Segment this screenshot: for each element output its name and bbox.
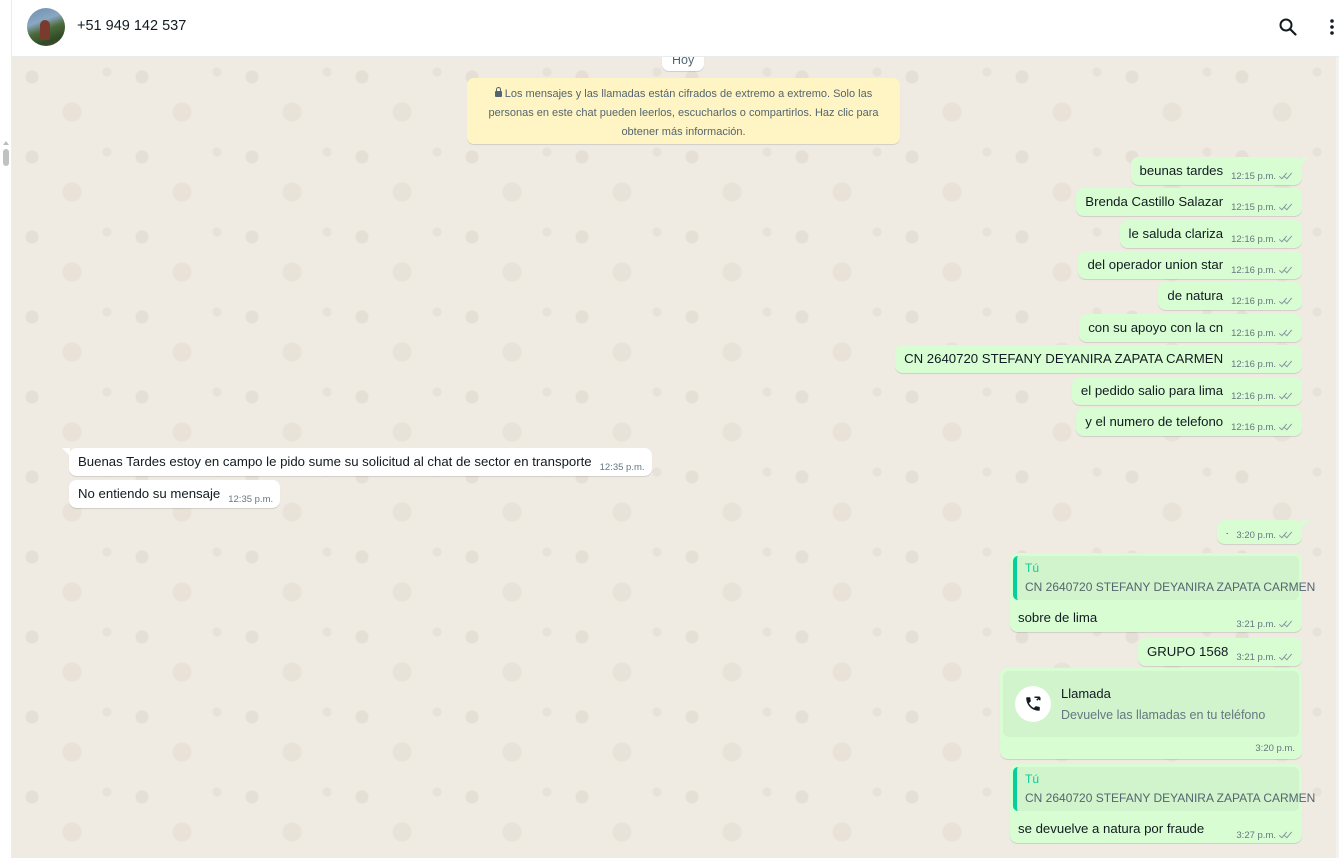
read-ticks-icon	[1278, 170, 1295, 182]
read-ticks-icon	[1278, 201, 1295, 213]
message-time: 12:16 p.m.	[1231, 296, 1276, 307]
message-outgoing[interactable]: beunas tardes 12:15 p.m.	[1130, 157, 1310, 185]
message-text: y el numero de telefono	[1085, 414, 1224, 429]
message-outgoing[interactable]: GRUPO 1568 3:21 p.m.	[1138, 638, 1302, 666]
message-text: .	[1225, 526, 1229, 536]
message-time: 12:15 p.m.	[1231, 171, 1276, 182]
message-time: 12:16 p.m.	[1231, 265, 1276, 276]
message-text: No entiendo su mensaje	[78, 486, 221, 501]
call-title: Llamada	[1061, 686, 1111, 701]
read-ticks-icon	[1278, 529, 1295, 541]
message-time: 3:21 p.m.	[1236, 652, 1276, 663]
menu-icon[interactable]	[1319, 14, 1339, 40]
message-outgoing[interactable]: . 3:20 p.m.	[1216, 520, 1310, 544]
message-text: le saluda clariza	[1128, 226, 1224, 241]
message-time: 12:16 p.m.	[1231, 234, 1276, 245]
read-ticks-icon	[1278, 327, 1295, 339]
read-ticks-icon	[1278, 264, 1295, 276]
contact-avatar[interactable]	[27, 8, 65, 46]
message-outgoing[interactable]: con su apoyo con la cn 12:16 p.m.	[1079, 314, 1302, 342]
message-outgoing[interactable]: le saluda clariza 12:16 p.m.	[1119, 220, 1302, 248]
message-outgoing[interactable]: CN 2640720 STEFANY DEYANIRA ZAPATA CARME…	[895, 345, 1302, 373]
message-time: 12:16 p.m.	[1231, 391, 1276, 402]
message-time: 3:20 p.m.	[1255, 743, 1295, 754]
quote-text: CN 2640720 STEFANY DEYANIRA ZAPATA CARME…	[1025, 580, 1316, 594]
read-ticks-icon	[1278, 295, 1295, 307]
reply-message[interactable]: Tú CN 2640720 STEFANY DEYANIRA ZAPATA CA…	[1010, 764, 1316, 843]
message-time: 12:16 p.m.	[1231, 359, 1276, 370]
message-incoming[interactable]: Buenas Tardes estoy en campo le pido sum…	[62, 448, 652, 476]
message-text: sobre de lima	[1018, 610, 1098, 625]
message-text: Buenas Tardes estoy en campo le pido sum…	[78, 454, 592, 469]
read-ticks-icon	[1278, 421, 1295, 433]
message-time: 12:16 p.m.	[1231, 328, 1276, 339]
message-text: GRUPO 1568	[1147, 644, 1229, 659]
read-ticks-icon	[1278, 358, 1295, 370]
quoted-message[interactable]: Tú CN 2640720 STEFANY DEYANIRA ZAPATA CA…	[1013, 767, 1316, 811]
read-ticks-icon	[1278, 651, 1295, 663]
message-time: 3:21 p.m.	[1236, 619, 1276, 630]
encryption-notice[interactable]: Los mensajes y las llamadas están cifrad…	[467, 78, 900, 144]
message-time: 12:16 p.m.	[1231, 422, 1276, 433]
message-outgoing[interactable]: de natura 12:16 p.m.	[1158, 282, 1302, 310]
message-time: 3:20 p.m.	[1236, 530, 1276, 541]
call-subtitle: Devuelve las llamadas en tu teléfono	[1061, 708, 1266, 722]
quoted-message[interactable]: Tú CN 2640720 STEFANY DEYANIRA ZAPATA CA…	[1013, 556, 1316, 600]
quote-text: CN 2640720 STEFANY DEYANIRA ZAPATA CARME…	[1025, 791, 1316, 805]
message-text: el pedido salio para lima	[1080, 383, 1224, 398]
scrollbar-thumb[interactable]	[3, 149, 9, 166]
encryption-text: Los mensajes y las llamadas están cifrad…	[488, 88, 879, 138]
read-ticks-icon	[1278, 233, 1295, 245]
message-text: se devuelve a natura por fraude	[1018, 821, 1205, 836]
reply-message[interactable]: Tú CN 2640720 STEFANY DEYANIRA ZAPATA CA…	[1010, 553, 1316, 632]
quote-author: Tú	[1025, 772, 1040, 786]
message-text: CN 2640720 STEFANY DEYANIRA ZAPATA CARME…	[904, 351, 1224, 366]
message-outgoing[interactable]: del operador union star 12:16 p.m.	[1078, 251, 1302, 279]
message-text: con su apoyo con la cn	[1088, 320, 1224, 335]
message-time: 12:15 p.m.	[1231, 202, 1276, 213]
search-icon[interactable]	[1275, 14, 1301, 40]
read-ticks-icon	[1278, 829, 1295, 841]
message-incoming[interactable]: No entiendo su mensaje 12:35 p.m.	[69, 480, 281, 508]
scroll-up-arrow[interactable]	[3, 141, 9, 145]
quote-author: Tú	[1025, 561, 1040, 575]
message-time: 3:27 p.m.	[1236, 830, 1276, 841]
read-ticks-icon	[1278, 390, 1295, 402]
message-text: beunas tardes	[1139, 163, 1224, 178]
message-outgoing[interactable]: y el numero de telefono 12:16 p.m.	[1076, 408, 1302, 436]
call-message[interactable]: Llamada Devuelve las llamadas en tu telé…	[1000, 668, 1302, 759]
chat-area[interactable]: Hoy Los mensajes y las llamadas están ci…	[12, 57, 1339, 858]
message-text: de natura	[1167, 288, 1224, 303]
lock-icon	[494, 87, 502, 97]
message-text: Brenda Castillo Salazar	[1085, 194, 1224, 209]
phone-call-icon	[1015, 686, 1051, 722]
message-time: 12:35 p.m.	[228, 494, 274, 505]
left-scroll-gutter[interactable]	[0, 0, 12, 858]
contact-name[interactable]: +51 949 142 537	[77, 18, 186, 34]
message-outgoing[interactable]: el pedido salio para lima 12:16 p.m.	[1071, 377, 1302, 405]
read-ticks-icon	[1278, 618, 1295, 630]
date-chip: Hoy	[662, 57, 705, 71]
message-time: 12:35 p.m.	[599, 462, 645, 473]
message-text: del operador union star	[1087, 257, 1224, 272]
chat-header[interactable]: +51 949 142 537	[12, 0, 1339, 57]
message-outgoing[interactable]: Brenda Castillo Salazar 12:15 p.m.	[1076, 188, 1302, 216]
